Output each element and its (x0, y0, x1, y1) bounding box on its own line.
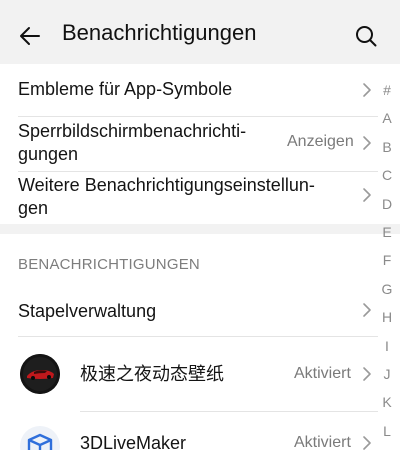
lockscreen-notifications-label-line2: gungen (18, 144, 79, 164)
index-letter[interactable]: I (378, 332, 396, 360)
app-name: 极速之夜动态壁纸 (80, 364, 224, 384)
index-letter[interactable]: G (378, 275, 396, 303)
app-bar: Benachrichtigungen (0, 0, 400, 64)
index-letter[interactable]: E (378, 218, 396, 246)
index-letter[interactable]: B (378, 133, 396, 161)
chevron-right-icon (363, 303, 371, 317)
more-notification-settings-row[interactable]: Weitere Benachrichtigungseinstellun- gen (0, 171, 378, 224)
chevron-right-icon (363, 83, 371, 97)
app-row-live-wallpaper[interactable]: 极速之夜动态壁纸 Aktiviert (0, 337, 378, 411)
app-icon-badges-label: Embleme für App-Symbole (18, 79, 233, 99)
notifications-settings-screen: Benachrichtigungen Embleme für App-Symbo… (0, 0, 400, 450)
index-letter[interactable]: C (378, 161, 396, 189)
index-letter[interactable]: F (378, 246, 396, 274)
alphabet-index[interactable]: # A B C D E F G H I J K L (378, 76, 396, 445)
page-title: Benachrichtigungen (62, 20, 257, 45)
batch-management-label: Stapelverwaltung (18, 301, 157, 321)
cube-icon (20, 426, 60, 450)
search-button[interactable] (346, 16, 386, 56)
chevron-right-icon (363, 188, 371, 202)
index-letter[interactable]: L (378, 417, 396, 445)
arrow-left-icon (20, 27, 40, 45)
chevron-right-icon (363, 436, 371, 450)
index-letter[interactable]: K (378, 388, 396, 416)
car-wallpaper-icon (20, 354, 60, 394)
index-letter[interactable]: J (378, 360, 396, 388)
back-button[interactable] (10, 16, 50, 56)
app-name: 3DLiveMaker (80, 433, 187, 450)
lockscreen-notifications-label-line1: Sperrbildschirmbenachrichti- (18, 121, 247, 141)
lockscreen-notifications-row[interactable]: Sperrbildschirmbenachrichti- gungen Anze… (0, 117, 378, 171)
index-letter[interactable]: H (378, 303, 396, 331)
batch-management-row[interactable]: Stapelverwaltung (0, 286, 378, 336)
search-icon (356, 26, 377, 47)
index-letter[interactable]: D (378, 190, 396, 218)
chevron-right-icon (363, 367, 371, 381)
more-notification-settings-label-line1: Weitere Benachrichtigungseinstellun- (18, 175, 315, 195)
chevron-right-icon (363, 136, 371, 150)
lockscreen-notifications-value: Anzeigen (287, 133, 354, 150)
app-icon-badges-row[interactable]: Embleme für App-Symbole (0, 64, 378, 116)
index-letter[interactable]: A (378, 104, 396, 132)
more-notification-settings-label-line2: gen (18, 198, 49, 218)
app-status: Aktiviert (294, 365, 351, 382)
app-row-3dlivemaker[interactable]: 3DLiveMaker Aktiviert (0, 412, 378, 450)
index-letter[interactable]: # (378, 76, 396, 104)
app-status: Aktiviert (294, 434, 351, 450)
notifications-section-header: BENACHRICHTIGUNGEN (18, 256, 200, 273)
